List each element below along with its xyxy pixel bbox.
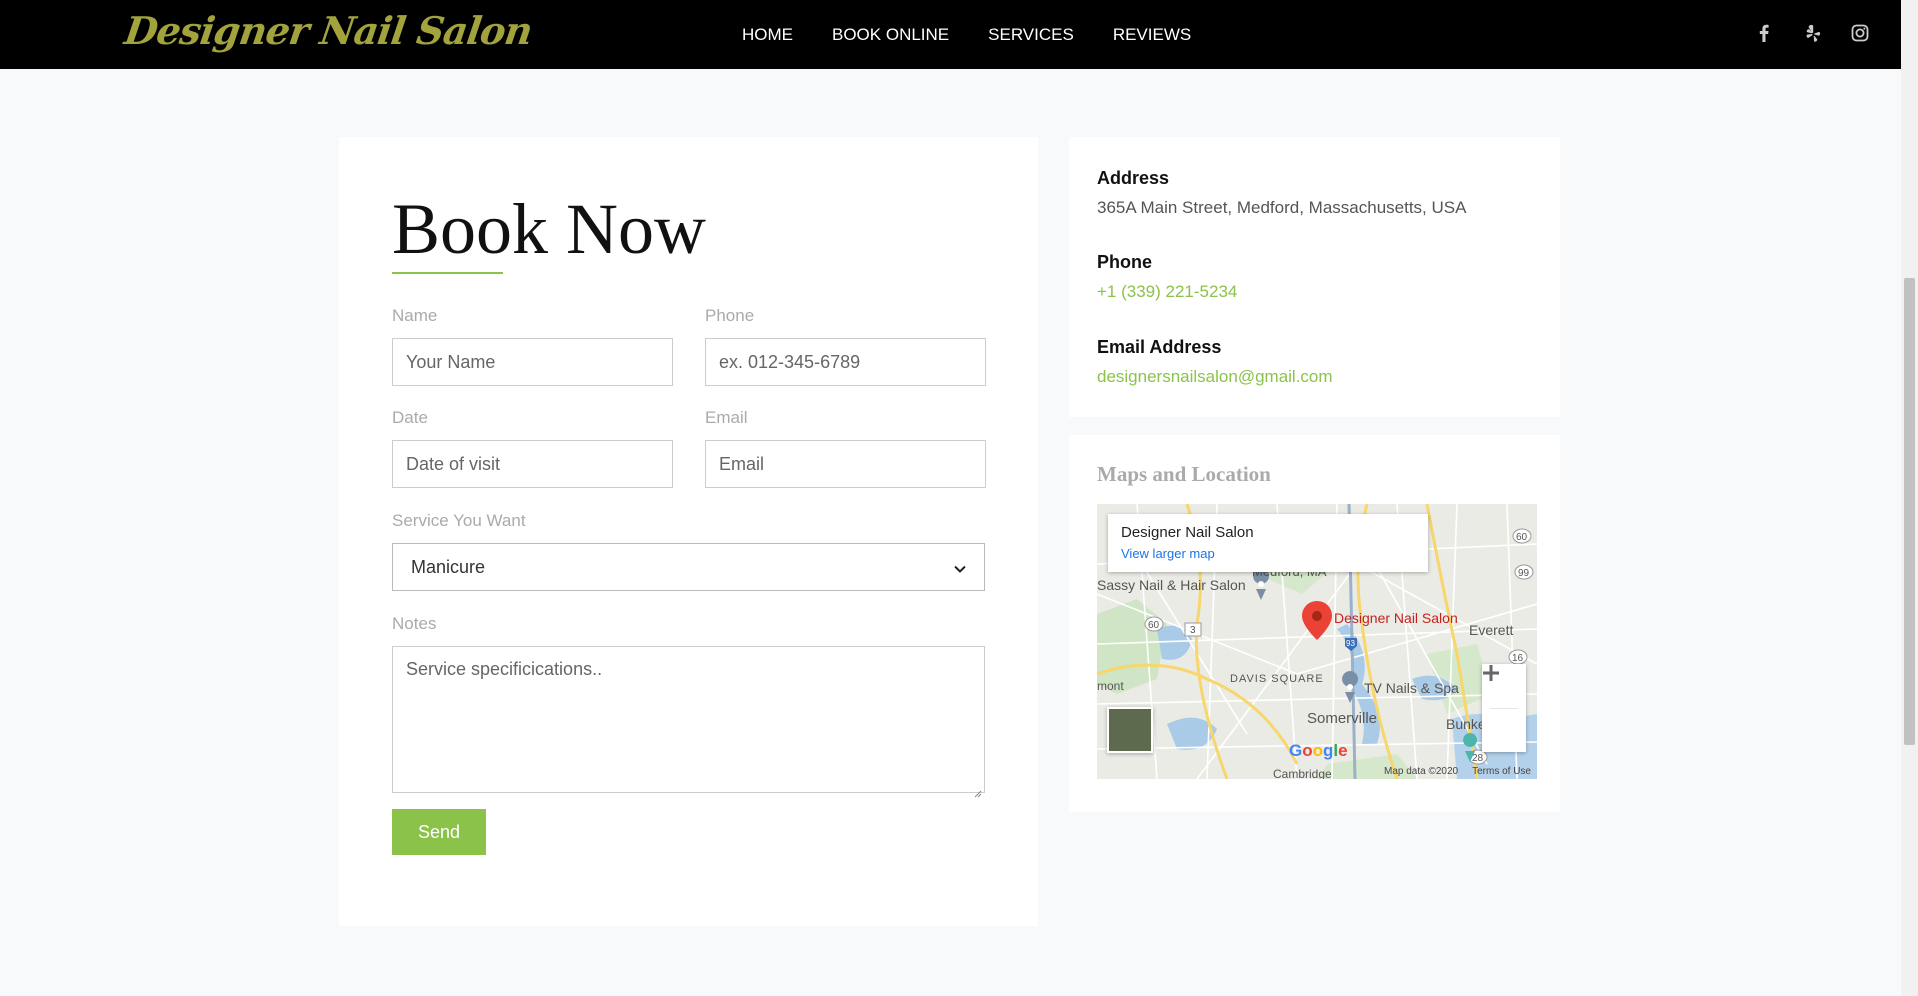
minus-icon — [1483, 671, 1499, 675]
svg-text:3: 3 — [1190, 625, 1196, 636]
nav-services[interactable]: SERVICES — [988, 25, 1074, 45]
navbar: Designer Nail Salon HOME BOOK ONLINE SER… — [0, 0, 1901, 69]
name-input[interactable]: Your Name — [392, 338, 673, 386]
phone-label: Phone — [1097, 252, 1153, 272]
email-input[interactable]: Email — [705, 440, 986, 488]
svg-text:16: 16 — [1512, 653, 1524, 664]
map-label-davis: DAVIS SQUARE — [1230, 673, 1324, 685]
send-button[interactable]: Send — [392, 809, 486, 855]
booking-form-card: Book Now Name Your Name Phone ex. 012-34… — [339, 137, 1038, 926]
contact-info-card: Address 365A Main Street, Medford, Massa… — [1069, 137, 1560, 417]
zoom-controls — [1482, 664, 1526, 752]
google-logo: Google — [1289, 741, 1348, 760]
svg-text:93: 93 — [1346, 639, 1355, 648]
map-label-cambridge: Cambridge — [1273, 767, 1332, 779]
svg-text:28: 28 — [1472, 753, 1484, 764]
phone-link[interactable]: +1 (339) 221-5234 — [1097, 282, 1237, 302]
map-label-sassy: Sassy Nail & Hair Salon — [1097, 577, 1246, 593]
phone-input[interactable]: ex. 012-345-6789 — [705, 338, 986, 386]
title-underline — [392, 272, 503, 274]
map-label-belmont: mont — [1097, 679, 1124, 693]
facebook-icon[interactable] — [1753, 22, 1775, 44]
page-scrollbar[interactable] — [1901, 0, 1918, 996]
map-data-credit: Map data ©2020 — [1384, 766, 1459, 777]
map-pin-label: Designer Nail Salon — [1334, 610, 1458, 626]
map-title: Maps and Location — [1097, 462, 1271, 486]
svg-text:60: 60 — [1516, 532, 1528, 543]
service-select[interactable]: Manicure — [392, 543, 985, 591]
instagram-icon[interactable] — [1849, 22, 1871, 44]
terms-of-use-link[interactable]: Terms of Use — [1472, 766, 1531, 777]
nav-home[interactable]: HOME — [742, 25, 793, 45]
date-input[interactable]: Date of visit — [392, 440, 673, 488]
name-label: Name — [392, 306, 438, 325]
service-label: Service You Want — [392, 511, 526, 530]
notes-label: Notes — [392, 614, 437, 633]
map-info-window: Designer Nail Salon View larger map — [1108, 514, 1428, 572]
map-card: Maps and Location 60 99 60 3 16 93 28 Sa… — [1069, 435, 1560, 812]
resize-grip-icon[interactable] — [974, 782, 982, 798]
google-map[interactable]: 60 99 60 3 16 93 28 Medford, MA Sassy Na… — [1097, 504, 1537, 779]
email-address-label: Email Address — [1097, 337, 1222, 357]
notes-textarea[interactable]: Service specificications.. — [392, 646, 985, 798]
nav-book-online[interactable]: BOOK ONLINE — [832, 25, 949, 45]
nav-links: HOME BOOK ONLINE SERVICES REVIEWS — [742, 0, 1230, 69]
address-label: Address — [1097, 168, 1170, 188]
email-label: Email — [705, 408, 748, 427]
address-value: 365A Main Street, Medford, Massachusetts… — [1097, 198, 1467, 217]
svg-text:60: 60 — [1148, 620, 1160, 631]
notes-placeholder: Service specificications.. — [406, 659, 603, 679]
map-label-somerville: Somerville — [1307, 710, 1378, 727]
yelp-icon[interactable] — [1802, 22, 1824, 44]
page-title: Book Now — [392, 189, 707, 269]
service-selected-value: Manicure — [411, 556, 486, 577]
map-label-tv-nails: TV Nails & Spa — [1364, 680, 1459, 696]
map-info-title: Designer Nail Salon — [1121, 524, 1254, 541]
email-link[interactable]: designersnailsalon@gmail.com — [1097, 367, 1333, 387]
phone-label: Phone — [705, 306, 755, 325]
map-footer: Map data ©2020 Terms of Use — [1384, 766, 1531, 777]
chevron-down-icon — [954, 557, 966, 578]
nav-reviews[interactable]: REVIEWS — [1113, 25, 1191, 45]
map-label-everett: Everett — [1469, 622, 1514, 638]
date-label: Date — [392, 408, 428, 427]
zoom-out-button[interactable] — [1482, 671, 1526, 753]
satellite-toggle[interactable] — [1107, 707, 1153, 753]
scrollbar-thumb[interactable] — [1904, 278, 1915, 745]
view-larger-map-link[interactable]: View larger map — [1121, 546, 1415, 561]
svg-text:99: 99 — [1518, 568, 1530, 579]
brand-logo[interactable]: Designer Nail Salon — [122, 8, 535, 53]
